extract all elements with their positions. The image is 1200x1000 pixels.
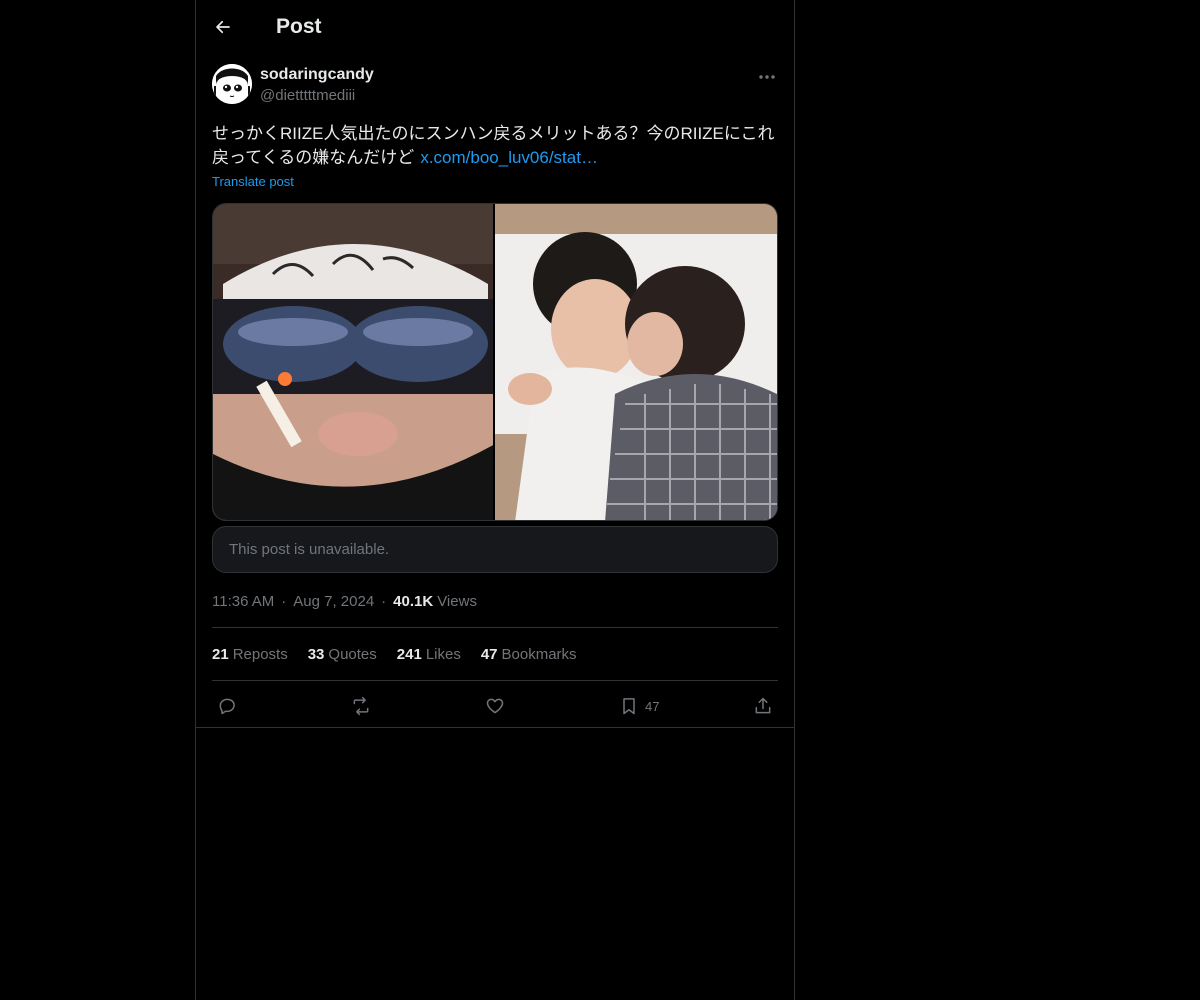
photo-illustration-2 — [495, 204, 777, 520]
post-meta: 11:36 AM · Aug 7, 2024 · 40.1K Views — [212, 591, 778, 611]
bookmark-count: 47 — [645, 698, 660, 714]
post-link[interactable]: x.com/boo_luv06/stat… — [420, 148, 598, 167]
media-image-2[interactable] — [495, 204, 777, 520]
post-time[interactable]: 11:36 AM — [212, 593, 274, 610]
post-text: せっかくRIIZE人気出たのにスンハン戻るメリットある？今のRIIZEにこれ戻っ… — [212, 122, 780, 170]
post-author: sodaringcandy @dietttttmediii — [196, 64, 794, 114]
stat-quotes[interactable]: 33 Quotes — [308, 646, 377, 663]
media-grid — [212, 203, 778, 521]
quoted-post-unavailable: This post is unavailable. — [212, 526, 778, 573]
bookmarks-label: Bookmarks — [501, 645, 577, 663]
share-icon — [755, 697, 771, 714]
media-image-1[interactable] — [213, 204, 495, 520]
post-column: Post sodaringcandy @dietttttmediii せっかくR… — [195, 0, 795, 1000]
user-handle[interactable]: @dietttttmediii — [260, 87, 355, 104]
views-label: Views — [437, 592, 477, 610]
bookmarks-count: 47 — [480, 645, 498, 663]
quotes-count: 33 — [307, 645, 325, 663]
translate-post-link[interactable]: Translate post — [212, 174, 294, 189]
reply-button[interactable] — [217, 695, 237, 717]
avatar-image — [212, 64, 252, 104]
engagement-stats: 21 Reposts 33 Quotes 241 Likes 47 Bookmarks — [212, 627, 778, 681]
back-arrow-icon — [216, 20, 230, 34]
meta-separator: · — [381, 592, 387, 610]
meta-separator: · — [281, 592, 287, 610]
more-button[interactable] — [756, 70, 778, 82]
top-bar: Post — [196, 0, 794, 54]
stat-bookmarks[interactable]: 47 Bookmarks — [481, 646, 577, 663]
display-name[interactable]: sodaringcandy — [260, 66, 374, 84]
views-count: 40.1K — [393, 592, 434, 610]
page-title: Post — [276, 15, 322, 38]
more-icon — [759, 75, 775, 79]
stat-reposts[interactable]: 21 Reposts — [212, 646, 288, 663]
repost-button[interactable] — [351, 695, 371, 717]
photo-illustration-1 — [213, 204, 493, 520]
stat-likes[interactable]: 241 Likes — [397, 646, 461, 663]
like-button[interactable] — [485, 695, 505, 717]
post-date[interactable]: Aug 7, 2024 — [293, 593, 374, 610]
bookmark-button[interactable]: 47 — [619, 695, 659, 717]
reply-icon — [219, 698, 235, 715]
share-button[interactable] — [753, 695, 773, 717]
likes-count: 241 — [396, 645, 422, 663]
avatar[interactable] — [212, 64, 252, 104]
action-bar: 47 — [196, 681, 794, 728]
quotes-label: Quotes — [328, 645, 377, 663]
repost-icon — [353, 696, 369, 716]
reposts-count: 21 — [212, 645, 229, 663]
like-icon — [486, 698, 504, 714]
reposts-label: Reposts — [232, 645, 288, 663]
back-button[interactable] — [212, 16, 234, 38]
bookmark-icon — [623, 698, 635, 715]
likes-label: Likes — [425, 645, 461, 663]
